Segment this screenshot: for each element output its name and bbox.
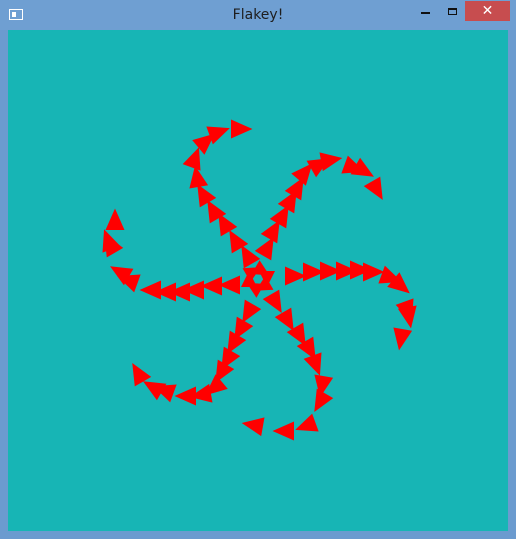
close-button[interactable]: ✕ [465, 1, 510, 21]
flake-triangle [314, 388, 334, 412]
flake-triangle [272, 421, 294, 441]
title-bar[interactable]: Flakey! ✕ [0, 0, 516, 30]
flake-triangle [295, 413, 319, 432]
maximize-icon [447, 7, 457, 15]
minimize-icon [420, 12, 430, 14]
maximize-button[interactable] [439, 1, 465, 21]
flake-triangle [393, 327, 413, 351]
flake-triangle [397, 305, 417, 329]
minimize-button[interactable] [412, 1, 438, 21]
app-window: Flakey! ✕ [0, 0, 516, 539]
flake-triangle [105, 208, 125, 230]
drawing-canvas [8, 30, 508, 531]
close-icon: ✕ [481, 3, 494, 19]
snowflake-drawing [102, 119, 417, 441]
flake-triangle [241, 417, 265, 437]
flake-triangle [174, 386, 196, 406]
flake-triangle [319, 152, 343, 172]
flake-triangle [231, 119, 253, 139]
flake-triangle [139, 280, 161, 300]
flake-triangle [363, 176, 383, 200]
